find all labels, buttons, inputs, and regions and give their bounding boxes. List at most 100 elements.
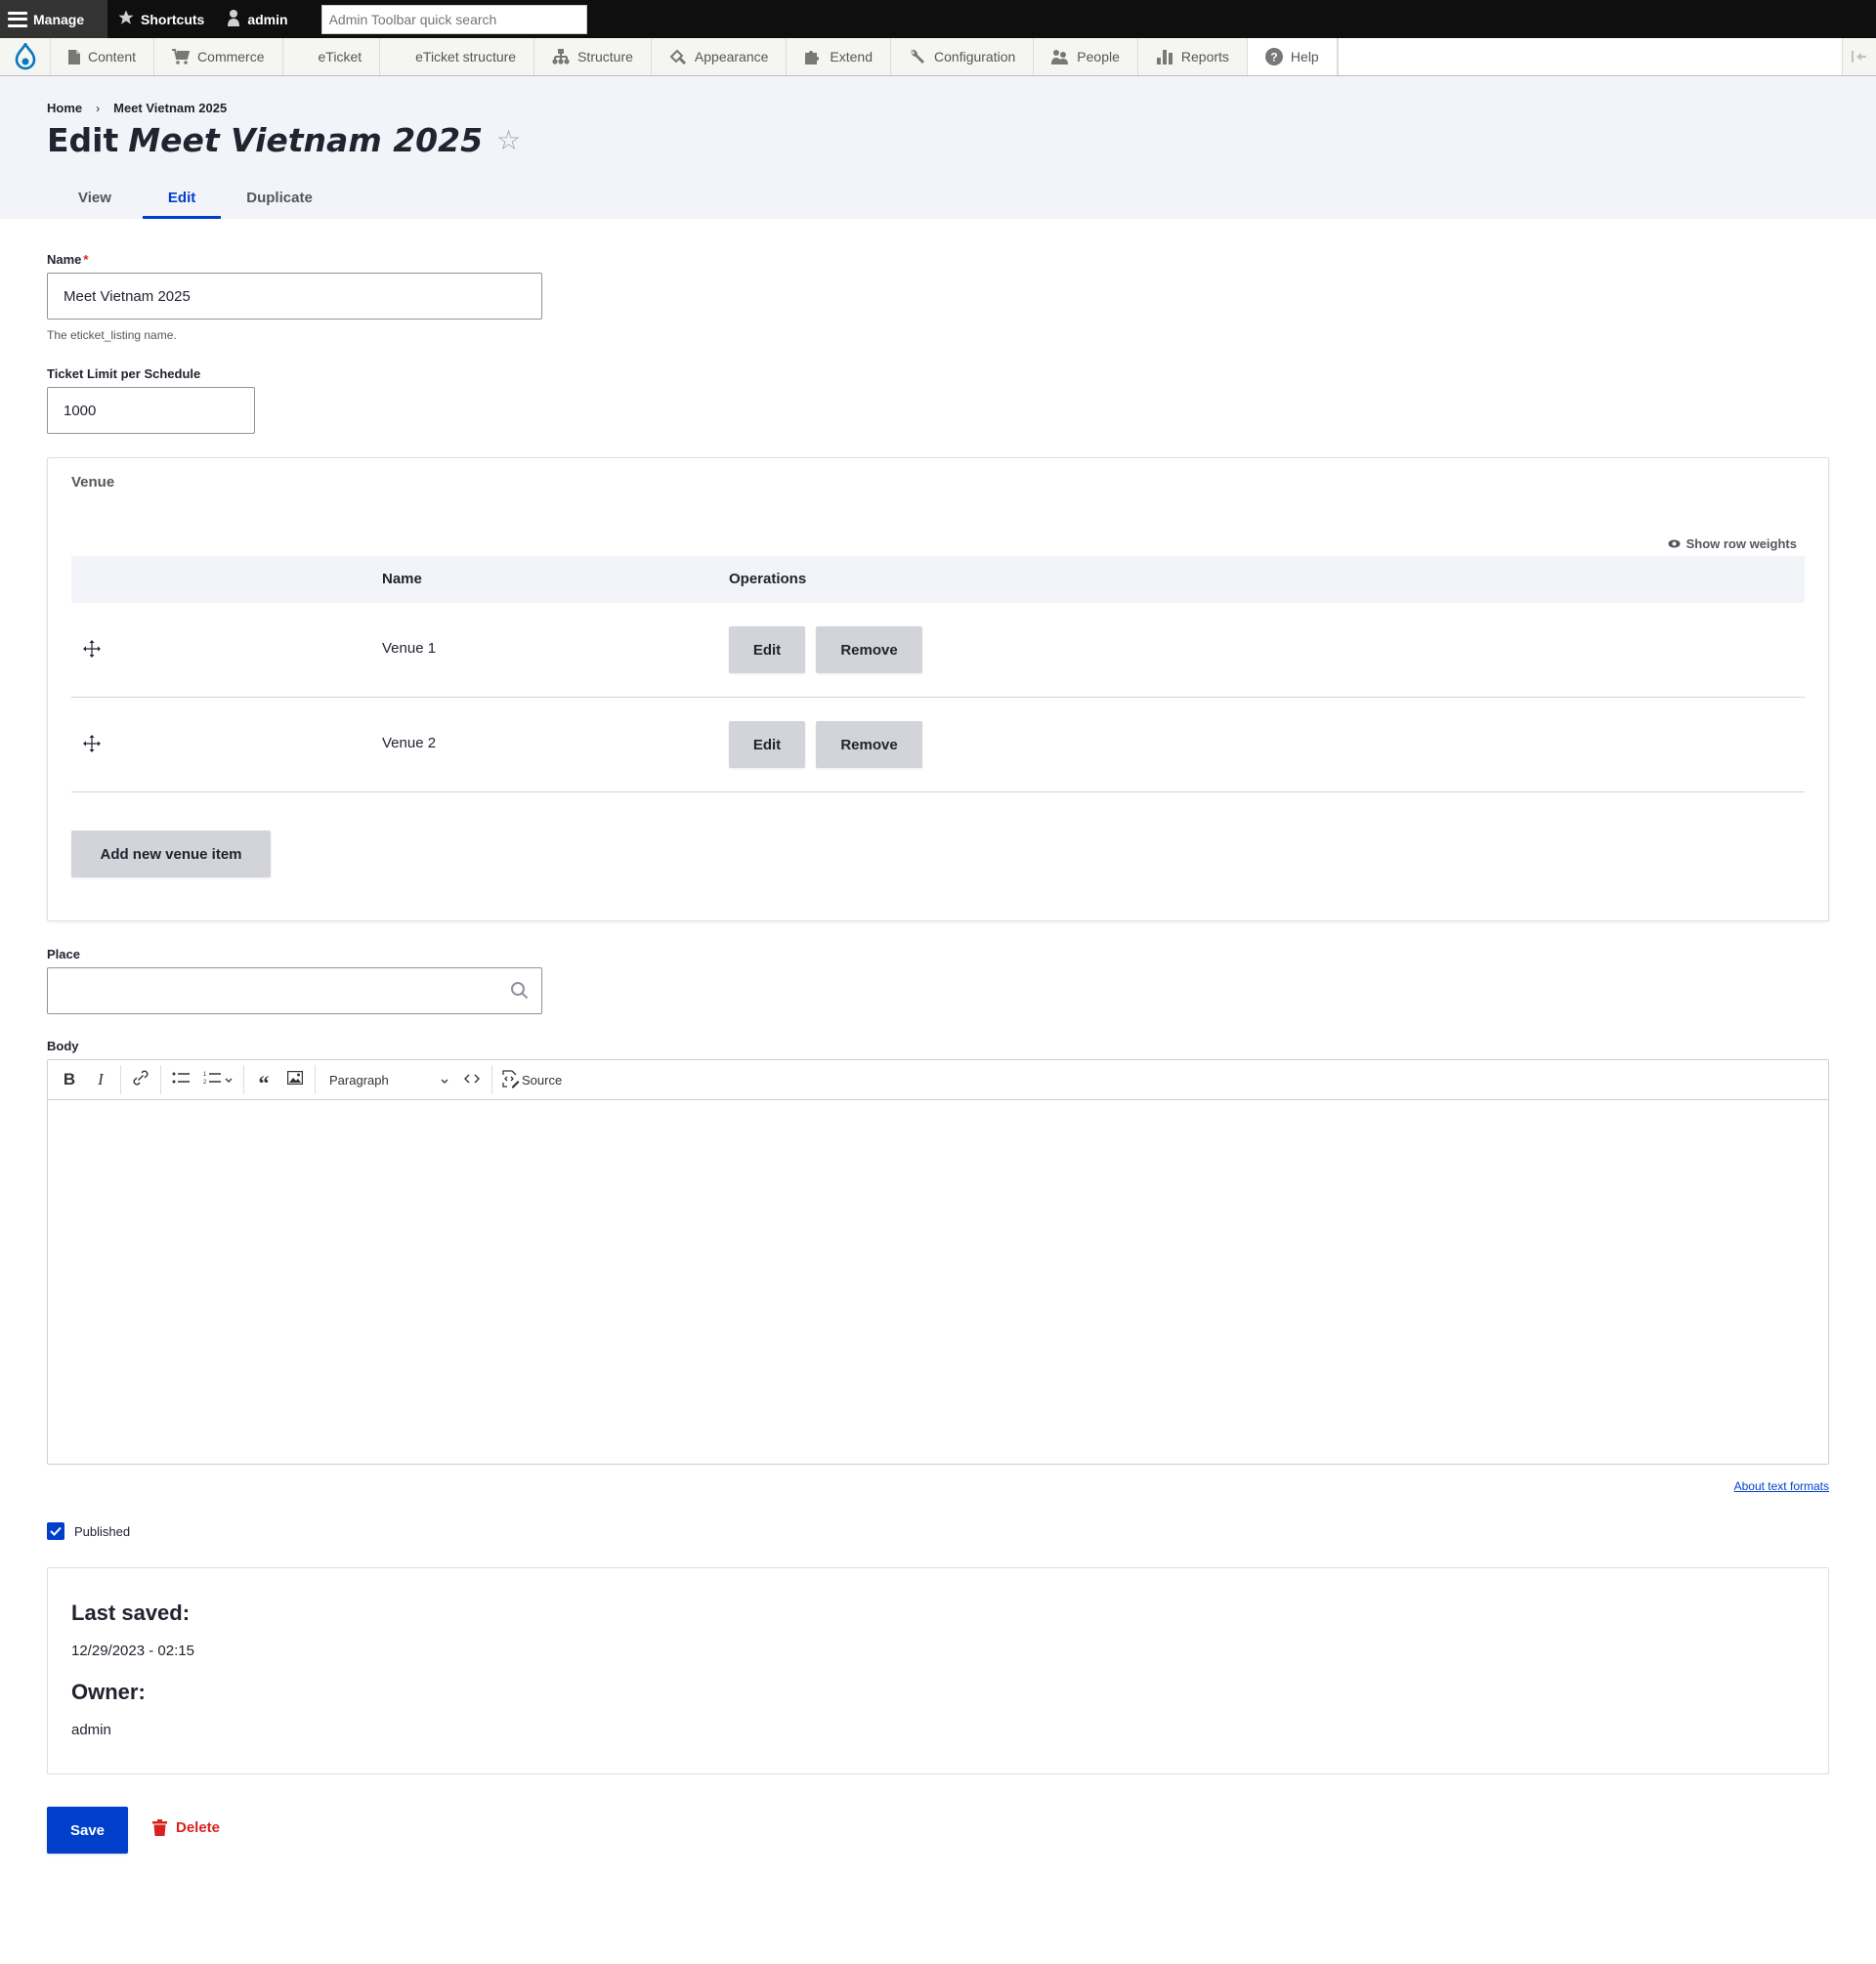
source-icon xyxy=(500,1069,520,1091)
paragraph-format-value: Paragraph xyxy=(329,1072,389,1088)
ticket-limit-label: Ticket Limit per Schedule xyxy=(47,366,201,381)
sitemap-icon xyxy=(552,49,570,64)
edit-venue-button[interactable]: Edit xyxy=(729,721,805,768)
image-icon xyxy=(286,1070,304,1089)
hamburger-icon xyxy=(8,11,27,27)
tray-item-label: Commerce xyxy=(197,49,265,64)
editor-toolbar: B I 12 “ Paragraph Source xyxy=(48,1060,1828,1100)
eye-icon xyxy=(1668,539,1681,548)
link-button[interactable] xyxy=(125,1064,156,1095)
svg-text:2: 2 xyxy=(203,1080,207,1085)
bar-chart-icon xyxy=(1156,49,1173,64)
tab-label: Edit xyxy=(167,189,196,206)
tray-item-reports[interactable]: Reports xyxy=(1137,38,1248,75)
bulleted-list-button[interactable] xyxy=(165,1064,196,1095)
italic-icon: I xyxy=(98,1070,104,1089)
drag-handle-icon[interactable] xyxy=(83,735,101,756)
breadcrumb: Home › Meet Vietnam 2025 xyxy=(47,101,227,115)
toolbar-separator xyxy=(243,1065,244,1094)
star-shortcut-icon[interactable]: ☆ xyxy=(496,124,521,156)
trash-icon xyxy=(152,1819,167,1836)
name-label: Name * xyxy=(47,252,88,267)
bold-button[interactable]: B xyxy=(54,1064,85,1095)
tray-item-eticket-structure[interactable]: eTicket structure xyxy=(380,38,535,75)
numbered-list-icon: 12 xyxy=(203,1071,221,1089)
manage-button[interactable]: Manage xyxy=(0,0,107,38)
tray-item-label: Help xyxy=(1290,49,1319,64)
tab-duplicate[interactable]: Duplicate xyxy=(221,176,338,219)
published-label: Published xyxy=(74,1523,131,1539)
shortcuts-button[interactable]: Shortcuts xyxy=(107,0,216,38)
puzzle-icon xyxy=(804,49,822,64)
paragraph-format-dropdown[interactable]: Paragraph xyxy=(320,1064,456,1095)
tray-item-extend[interactable]: Extend xyxy=(787,38,892,75)
last-saved-value: 12/29/2023 - 02:15 xyxy=(71,1643,194,1659)
tray-item-content[interactable]: Content xyxy=(51,38,155,75)
user-icon xyxy=(226,9,241,29)
tray-item-label: Reports xyxy=(1180,49,1229,64)
tray-item-label: Configuration xyxy=(934,49,1016,64)
table-row: Venue 2 Edit Remove xyxy=(71,698,1805,792)
tab-label: View xyxy=(78,189,111,206)
tray-item-people[interactable]: People xyxy=(1034,38,1138,75)
show-row-weights-button[interactable]: Show row weights xyxy=(1668,536,1797,551)
ticket-limit-input[interactable] xyxy=(47,387,255,434)
breadcrumb-current[interactable]: Meet Vietnam 2025 xyxy=(113,101,227,115)
tray-spacer xyxy=(1337,38,1842,75)
about-text-formats-link[interactable]: About text formats xyxy=(1734,1479,1829,1493)
source-button[interactable]: Source xyxy=(496,1064,566,1095)
drupal-logo-icon[interactable] xyxy=(0,38,51,75)
toolbar-separator xyxy=(315,1065,316,1094)
toolbar-separator xyxy=(160,1065,161,1094)
published-checkbox-wrapper: Published xyxy=(47,1522,130,1540)
code-icon xyxy=(464,1071,480,1089)
help-icon: ? xyxy=(1264,48,1283,65)
local-tabs: View Edit Duplicate xyxy=(47,176,338,219)
search-icon xyxy=(510,981,530,1004)
italic-button[interactable]: I xyxy=(85,1064,116,1095)
tab-label: Duplicate xyxy=(246,189,313,206)
tray-item-structure[interactable]: Structure xyxy=(534,38,652,75)
page-title-prefix: Edit xyxy=(47,121,119,159)
remove-venue-button[interactable]: Remove xyxy=(816,626,922,673)
page-header: Home › Meet Vietnam 2025 Edit Meet Vietn… xyxy=(0,76,1876,219)
edit-venue-button[interactable]: Edit xyxy=(729,626,805,673)
remove-venue-button[interactable]: Remove xyxy=(816,721,922,768)
published-checkbox[interactable] xyxy=(47,1522,64,1540)
tray-item-label: Structure xyxy=(577,49,633,64)
blockquote-button[interactable]: “ xyxy=(248,1064,279,1095)
tray-item-appearance[interactable]: Appearance xyxy=(651,38,788,75)
body-content-area[interactable] xyxy=(48,1100,1828,1464)
user-button[interactable]: admin xyxy=(216,0,299,38)
tray-item-help[interactable]: ? Help xyxy=(1247,38,1338,75)
manage-label: Manage xyxy=(33,11,85,27)
drag-handle-icon[interactable] xyxy=(83,640,101,662)
add-venue-item-button[interactable]: Add new venue item xyxy=(71,831,271,877)
name-label-text: Name xyxy=(47,252,82,267)
checkmark-icon xyxy=(50,1526,62,1536)
column-header-operations: Operations xyxy=(729,571,807,587)
table-row: Venue 1 Edit Remove xyxy=(71,603,1805,698)
name-input[interactable] xyxy=(47,273,542,320)
tab-edit[interactable]: Edit xyxy=(142,176,222,219)
breadcrumb-home[interactable]: Home xyxy=(47,101,82,115)
tab-view[interactable]: View xyxy=(47,176,143,219)
delete-label: Delete xyxy=(176,1819,221,1836)
delete-button[interactable]: Delete xyxy=(152,1819,220,1836)
venue-table: Name Operations Venue 1 Edit Remove Venu… xyxy=(71,556,1805,792)
entity-meta: Last saved: 12/29/2023 - 02:15 Owner: ad… xyxy=(47,1567,1829,1774)
owner-value: admin xyxy=(71,1722,111,1738)
tray-item-commerce[interactable]: Commerce xyxy=(154,38,283,75)
tray-item-eticket[interactable]: eTicket xyxy=(282,38,381,75)
tray-item-configuration[interactable]: Configuration xyxy=(891,38,1035,75)
svg-text:1: 1 xyxy=(203,1072,207,1078)
save-button[interactable]: Save xyxy=(47,1807,128,1854)
place-input[interactable] xyxy=(47,967,542,1014)
venue-table-header: Name Operations xyxy=(71,556,1805,603)
collapse-tray-icon[interactable] xyxy=(1842,38,1876,75)
code-button[interactable] xyxy=(456,1064,488,1095)
venue-name: Venue 2 xyxy=(382,735,437,751)
quick-search-input[interactable] xyxy=(320,4,587,34)
numbered-list-button[interactable]: 12 xyxy=(196,1064,239,1095)
insert-image-button[interactable] xyxy=(279,1064,311,1095)
